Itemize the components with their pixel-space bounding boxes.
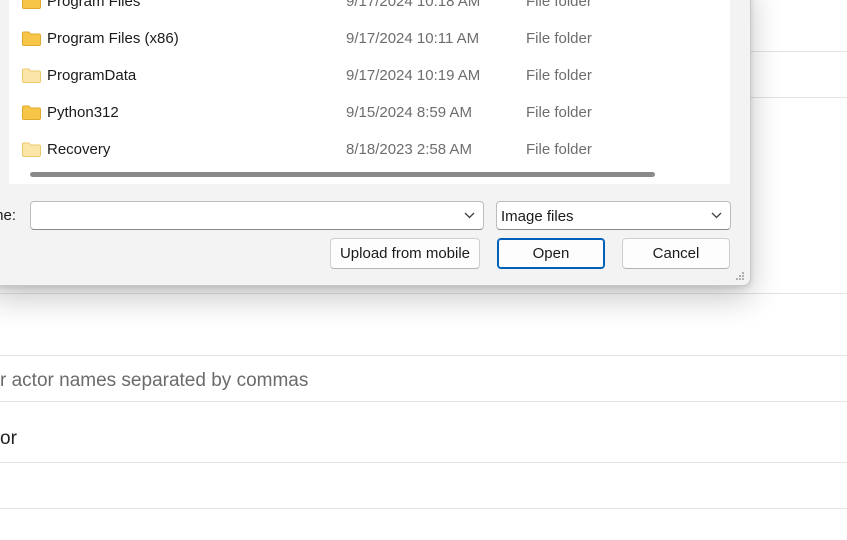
file-type-value: Image files: [501, 208, 574, 225]
folder-icon-light: [22, 142, 41, 157]
file-name: Program Files: [47, 0, 141, 10]
divider: [0, 355, 847, 356]
folder-icon: [22, 0, 41, 9]
divider: [0, 508, 847, 509]
file-name: ProgramData: [47, 67, 137, 84]
divider: [0, 293, 847, 294]
file-type: File folder: [526, 141, 592, 158]
file-date: 9/17/2024 10:19 AM: [346, 67, 481, 84]
file-date: 8/18/2023 2:58 AM: [346, 141, 472, 158]
resize-grip-icon[interactable]: [735, 271, 745, 281]
file-list[interactable]: Program Files 9/17/2024 10:18 AM File fo…: [9, 0, 730, 184]
horizontal-scrollbar-thumb[interactable]: [30, 172, 655, 177]
folder-icon: [22, 105, 41, 120]
file-row[interactable]: Program Files 9/17/2024 10:18 AM File fo…: [9, 0, 730, 20]
file-row[interactable]: Python312 9/15/2024 8:59 AM File folder: [9, 94, 730, 131]
file-type: File folder: [526, 30, 592, 47]
file-name-input[interactable]: [30, 201, 484, 230]
file-type-select[interactable]: Image files: [496, 201, 731, 230]
actors-input-placeholder[interactable]: r actor names separated by commas: [0, 370, 308, 392]
file-date: 9/15/2024 8:59 AM: [346, 104, 472, 121]
file-name: Program Files (x86): [47, 30, 179, 47]
open-button[interactable]: Open: [497, 238, 605, 269]
file-date: 9/17/2024 10:18 AM: [346, 0, 481, 10]
file-row[interactable]: ProgramData 9/17/2024 10:19 AM File fold…: [9, 57, 730, 94]
file-type: File folder: [526, 0, 592, 10]
file-type: File folder: [526, 67, 592, 84]
file-type: File folder: [526, 104, 592, 121]
director-field-value[interactable]: or: [0, 428, 17, 450]
chevron-down-icon[interactable]: [464, 212, 475, 219]
divider: [0, 462, 847, 463]
divider: [0, 401, 847, 402]
file-row[interactable]: Recovery 8/18/2023 2:58 AM File folder: [9, 131, 730, 168]
file-name-label: me:: [0, 207, 17, 224]
file-open-dialog: Program Files 9/17/2024 10:18 AM File fo…: [0, 0, 751, 286]
file-name: Recovery: [47, 141, 111, 158]
chevron-down-icon: [711, 212, 722, 219]
upload-from-mobile-button[interactable]: Upload from mobile: [330, 238, 480, 269]
file-date: 9/17/2024 10:11 AM: [346, 30, 480, 47]
file-name: Python312: [47, 104, 119, 121]
folder-icon: [22, 31, 41, 46]
folder-icon-light: [22, 68, 41, 83]
file-row[interactable]: Program Files (x86) 9/17/2024 10:11 AM F…: [9, 20, 730, 57]
cancel-button[interactable]: Cancel: [622, 238, 730, 269]
